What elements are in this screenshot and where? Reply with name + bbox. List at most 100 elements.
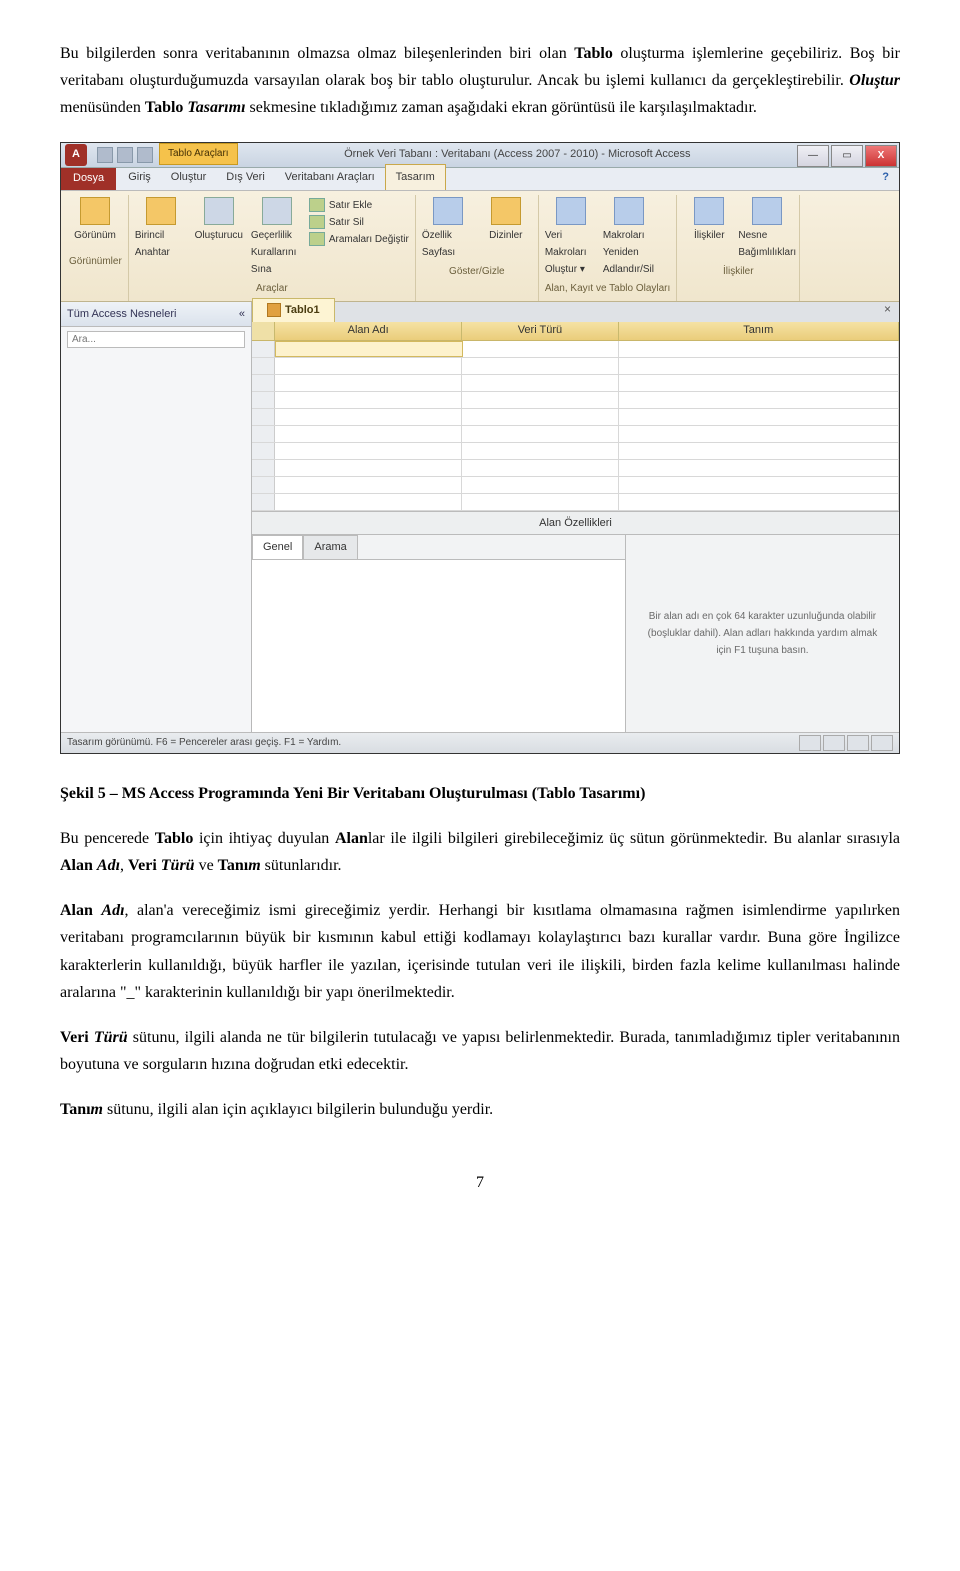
doc-tab-tablo1[interactable]: Tablo1 [252,298,335,322]
bold: Tanı [218,857,249,874]
bold: Alan [60,857,97,874]
bold-ital: m [248,857,260,874]
tab-label: Tablo1 [285,301,320,320]
tab-veritabani-araclari[interactable]: Veritabanı Araçları [275,165,385,190]
bold-ital: Türü [161,857,195,874]
row-ops: Satır Ekle Satır Sil Aramaları Değiştir [309,197,409,248]
view-datasheet-icon[interactable] [799,735,821,751]
help-icon[interactable]: ? [872,165,899,190]
close-button[interactable]: X [865,145,897,167]
btn-label: Nesne Bağımlılıkları [738,227,796,261]
app-icon[interactable]: A [65,144,87,166]
property-body[interactable] [252,559,625,732]
view-icon [80,197,110,225]
bold-ital: m [91,1101,103,1118]
qat-redo-icon[interactable] [137,147,153,163]
text: Bu bilgilerden sonra veritabanının olmaz… [60,45,574,62]
rename-macro-icon [614,197,644,225]
maximize-button[interactable]: ▭ [831,145,863,167]
ribbon-group-goster-gizle: Özellik Sayfası Dizinler Göster/Gizle [416,195,539,301]
view-design-icon[interactable] [823,735,845,751]
file-tab[interactable]: Dosya [61,168,116,190]
relationships-icon [694,197,724,225]
document-area: Tablo1 × Alan Adı Veri Türü Tanım [252,302,899,732]
bold-ital: Adı [101,902,124,919]
property-tabs-box: Genel Arama [252,535,626,731]
btn-label: İlişkiler [694,227,725,244]
nav-title: Tüm Access Nesneleri [67,305,176,324]
primary-key-button[interactable]: Birincil Anahtar [135,197,187,261]
btn-label: Birincil Anahtar [135,227,187,261]
relationships-button[interactable]: İlişkiler [683,197,735,244]
label: Aramaları Değiştir [329,231,409,248]
text: sekmesine tıkladığımız zaman aşağıdaki e… [246,99,757,116]
bold: Alan [60,902,101,919]
text: sütunlarıdır. [261,857,342,874]
table-row[interactable] [252,426,899,443]
insert-row-button[interactable]: Satır Ekle [309,197,409,214]
row-selector-header [252,322,275,340]
btn-label: Veri Makroları Oluştur ▾ [545,227,597,278]
btn-label: Geçerlilik Kurallarını Sına [251,227,303,278]
bold-ital: Türü [94,1029,128,1046]
alan-adi-paragraph: Alan Adı, alan'a vereceğimiz ismi girece… [60,897,900,1006]
property-help-text: Bir alan adı en çok 64 karakter uzunluğu… [626,535,899,731]
navigation-pane: Tüm Access Nesneleri « [61,302,252,732]
btn-label: Oluşturucu [195,227,243,244]
table-row[interactable] [252,409,899,426]
tab-lookup[interactable]: Arama [303,535,357,559]
view-other-icon[interactable] [871,735,893,751]
table-row[interactable] [252,341,899,358]
dependencies-button[interactable]: Nesne Bağımlılıkları [741,197,793,261]
minimize-button[interactable]: — [797,145,829,167]
nav-header[interactable]: Tüm Access Nesneleri « [61,302,251,328]
btn-label: Görünüm [74,227,116,244]
group-label: Görünümler [69,251,122,272]
bold: Tanı [60,1101,91,1118]
status-bar: Tasarım görünümü. F6 = Pencereler arası … [61,732,899,753]
table-row[interactable] [252,460,899,477]
text: , [120,857,128,874]
tab-olustur[interactable]: Oluştur [161,165,216,190]
collapse-icon[interactable]: « [239,305,245,324]
builder-button[interactable]: Oluşturucu [193,197,245,244]
tab-giris[interactable]: Giriş [118,165,161,190]
intro-paragraph: Bu bilgilerden sonra veritabanının olmaz… [60,40,900,122]
tab-disveri[interactable]: Dış Veri [216,165,275,190]
bold: Veri [128,857,161,874]
table-row[interactable] [252,392,899,409]
view-button[interactable]: Görünüm [69,197,121,244]
ribbon-group-araclar: Birincil Anahtar Oluşturucu Geçerlilik K… [129,195,416,301]
table-row[interactable] [252,375,899,392]
design-grid-rows[interactable] [252,341,899,511]
delete-row-button[interactable]: Satır Sil [309,214,409,231]
group-label: Alan, Kayıt ve Tablo Olayları [545,278,670,299]
qat-save-icon[interactable] [97,147,113,163]
tab-tasarim[interactable]: Tasarım [385,164,446,190]
qat-undo-icon[interactable] [117,147,133,163]
rename-delete-macro-button[interactable]: Makroları Yeniden Adlandır/Sil [603,197,655,278]
text: Bu pencerede [60,830,155,847]
titlebar: A Tablo Araçları Örnek Veri Tabanı : Ver… [61,143,899,168]
modify-lookups-button[interactable]: Aramaları Değiştir [309,231,409,248]
test-rules-button[interactable]: Geçerlilik Kurallarını Sına [251,197,303,278]
property-sheet-button[interactable]: Özellik Sayfası [422,197,474,261]
create-data-macro-button[interactable]: Veri Makroları Oluştur ▾ [545,197,597,278]
tab-general[interactable]: Genel [252,535,303,559]
col-description: Tanım [619,322,899,340]
veri-turu-paragraph: Veri Türü sütunu, ilgili alanda ne tür b… [60,1024,900,1078]
view-sql-icon[interactable] [847,735,869,751]
btn-label: Makroları Yeniden Adlandır/Sil [603,227,655,278]
indexes-button[interactable]: Dizinler [480,197,532,244]
search-input[interactable] [67,331,245,348]
text: için ihtiyaç duyulan [193,830,335,847]
table-row[interactable] [252,477,899,494]
table-row[interactable] [252,443,899,460]
text: sütunu, ilgili alanda ne tür bilgilerin … [60,1029,900,1073]
label: Satır Sil [329,214,364,231]
table-row[interactable] [252,494,899,511]
window-title: Örnek Veri Tabanı : Veritabanı (Access 2… [238,143,797,167]
text: sütunu, ilgili alan için açıklayıcı bilg… [103,1101,493,1118]
close-doc-icon[interactable]: × [876,297,899,321]
table-row[interactable] [252,358,899,375]
